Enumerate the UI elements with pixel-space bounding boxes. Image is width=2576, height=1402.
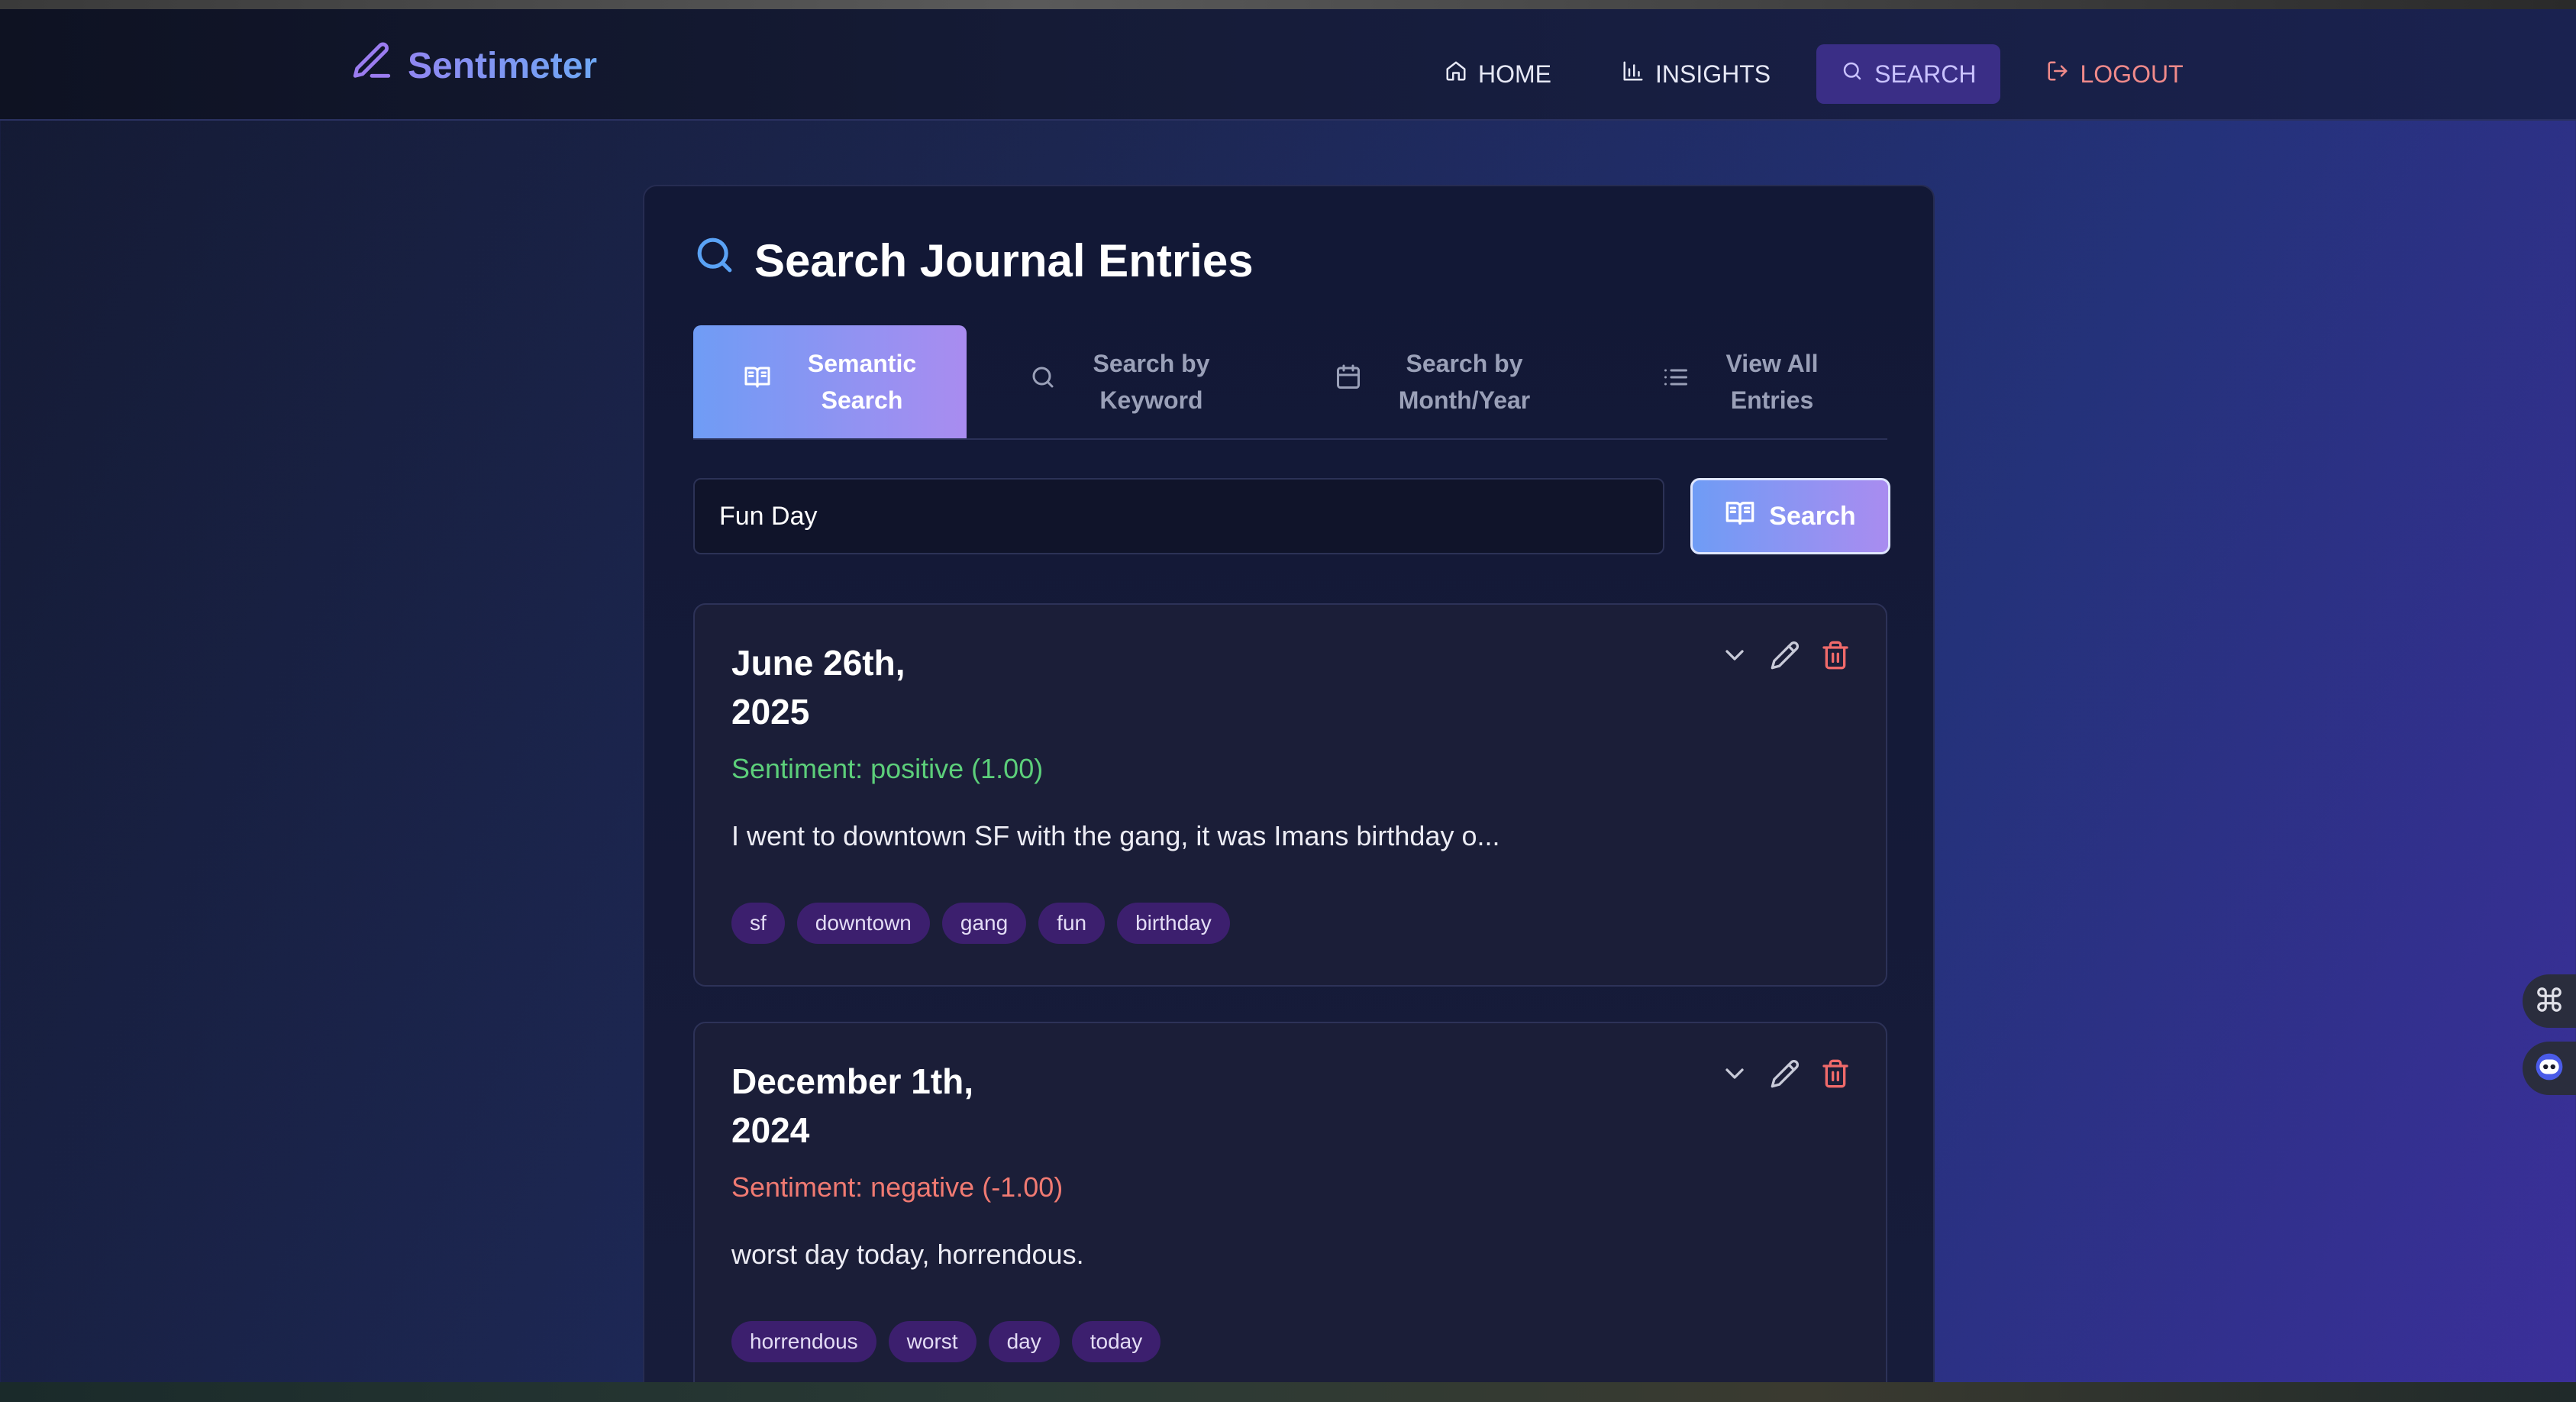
search-icon xyxy=(1029,363,1057,401)
chevron-down-icon[interactable] xyxy=(1719,1058,1750,1089)
command-icon xyxy=(2535,985,2564,1018)
tag-badge[interactable]: gang xyxy=(941,903,1027,944)
brand-name: Sentimeter xyxy=(408,45,598,86)
nav-menu: HOME INSIGHTS SEARCH LOGOUT xyxy=(1420,44,2229,104)
nav-home-label: HOME xyxy=(1478,60,1551,88)
tag-badge[interactable]: day xyxy=(988,1321,1060,1362)
navbar: Sentimeter HOME INSIGHTS SEARCH LOGOUT xyxy=(0,9,2576,121)
taskbar-strip xyxy=(0,1382,2576,1402)
tab-label: Search by Keyword xyxy=(1093,350,1210,414)
tag-badge[interactable]: birthday xyxy=(1117,903,1230,944)
search-icon xyxy=(1841,60,1864,89)
search-button-label: Search xyxy=(1769,501,1856,531)
home-icon xyxy=(1445,60,1467,89)
bar-chart-icon xyxy=(1622,60,1645,89)
tag-badge[interactable]: fun xyxy=(1038,903,1106,944)
search-row: Search xyxy=(693,478,1890,554)
entry-sentiment: Sentiment: negative (-1.00) xyxy=(731,1171,1064,1203)
brand-logo[interactable]: Sentimeter xyxy=(350,42,598,89)
search-button[interactable]: Search xyxy=(1690,478,1890,554)
nav-logout-label: LOGOUT xyxy=(2080,60,2184,88)
tab-view-all-entries[interactable]: View All Entries xyxy=(1593,325,1887,438)
entry-tags: horrendous worst day today xyxy=(731,1321,1161,1362)
calendar-icon xyxy=(1335,363,1362,401)
pencil-icon xyxy=(350,39,394,92)
nav-insights-label: INSIGHTS xyxy=(1655,60,1771,88)
search-input[interactable] xyxy=(693,478,1664,554)
search-icon xyxy=(693,234,736,287)
book-open-icon xyxy=(744,363,771,401)
list-icon xyxy=(1662,363,1690,401)
page-title: Search Journal Entries xyxy=(693,234,1254,287)
search-card: Search Journal Entries Semantic Search S… xyxy=(643,185,1935,1402)
entry-date: June 26th, 2025 xyxy=(731,643,905,732)
nav-insights[interactable]: INSIGHTS xyxy=(1597,44,1795,104)
nav-search-label: SEARCH xyxy=(1874,60,1977,88)
entry-actions xyxy=(1719,1058,1851,1089)
entry-sentiment: Sentiment: positive (1.00) xyxy=(731,753,1044,784)
nav-home[interactable]: HOME xyxy=(1420,44,1576,104)
nav-logout[interactable]: LOGOUT xyxy=(2022,44,2207,104)
search-mode-tabs: Semantic Search Search by Keyword Search… xyxy=(693,325,1887,440)
entry-actions xyxy=(1719,640,1851,670)
entry-tags: sf downtown gang fun birthday xyxy=(731,903,1230,944)
edit-icon[interactable] xyxy=(1770,1058,1800,1089)
entry-excerpt: I went to downtown SF with the gang, it … xyxy=(731,820,1500,851)
journal-entry-card[interactable]: December 1th, 2024 Sentiment: negative (… xyxy=(693,1022,1887,1402)
entry-date: December 1th, 2024 xyxy=(731,1061,974,1150)
tab-search-by-keyword[interactable]: Search by Keyword xyxy=(967,325,1272,438)
entry-excerpt: worst day today, horrendous. xyxy=(731,1239,1084,1270)
journal-entry-card[interactable]: June 26th, 2025 Sentiment: positive (1.0… xyxy=(693,603,1887,987)
nav-search[interactable]: SEARCH xyxy=(1816,44,2001,104)
tag-badge[interactable]: sf xyxy=(731,903,785,944)
bot-face-icon xyxy=(2535,1052,2564,1085)
tab-label: Semantic Search xyxy=(807,350,917,414)
assistant-widget-button[interactable] xyxy=(2523,1042,2576,1095)
tab-semantic-search[interactable]: Semantic Search xyxy=(693,325,967,438)
book-open-icon xyxy=(1725,498,1755,535)
tab-label: View All Entries xyxy=(1725,350,1819,414)
chevron-down-icon[interactable] xyxy=(1719,640,1750,670)
tab-label: Search by Month/Year xyxy=(1398,350,1531,414)
trash-icon[interactable] xyxy=(1820,640,1851,670)
logout-icon xyxy=(2046,60,2069,89)
tag-badge[interactable]: worst xyxy=(888,1321,976,1362)
tag-badge[interactable]: today xyxy=(1071,1321,1161,1362)
trash-icon[interactable] xyxy=(1820,1058,1851,1089)
window-top-strip xyxy=(0,0,2576,9)
tag-badge[interactable]: horrendous xyxy=(731,1321,876,1362)
page-title-text: Search Journal Entries xyxy=(754,234,1254,286)
tag-badge[interactable]: downtown xyxy=(796,903,930,944)
edit-icon[interactable] xyxy=(1770,640,1800,670)
tab-search-by-month-year[interactable]: Search by Month/Year xyxy=(1272,325,1593,438)
command-widget-button[interactable] xyxy=(2523,974,2576,1028)
